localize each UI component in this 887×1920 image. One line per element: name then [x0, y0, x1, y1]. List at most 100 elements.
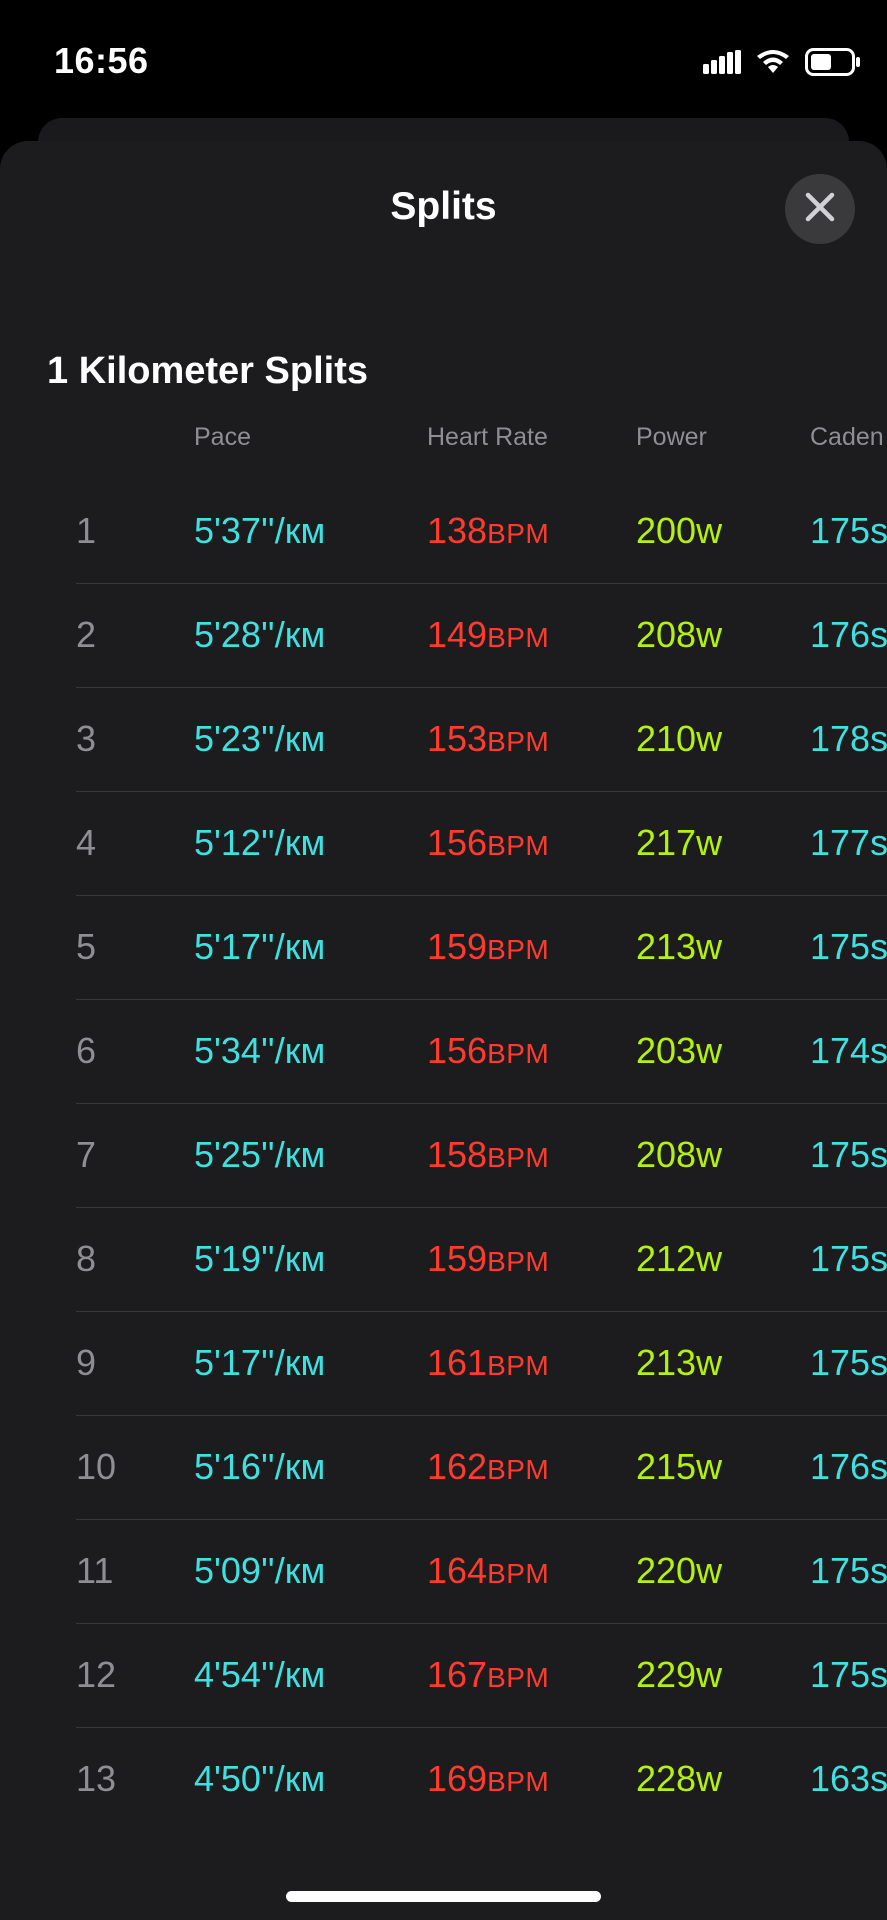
- split-power: 217w: [636, 822, 722, 864]
- split-power-value: 203: [636, 1030, 697, 1071]
- close-button[interactable]: [785, 174, 855, 244]
- split-cadence-value: 175: [810, 926, 871, 967]
- split-heart-rate: 159BPM: [427, 1238, 549, 1280]
- split-cadence-value: 176: [810, 1446, 871, 1487]
- split-cadence-value: 175: [810, 1654, 871, 1695]
- split-pace-value: 5'34'': [194, 1030, 275, 1071]
- split-cadence-unit: s: [870, 1446, 887, 1487]
- split-heart-rate: 162BPM: [427, 1446, 549, 1488]
- split-index: 5: [76, 926, 97, 967]
- split-cadence-unit: s: [870, 1238, 887, 1279]
- split-pace: 5'19''/км: [194, 1238, 325, 1280]
- split-heart-rate-unit: BPM: [487, 934, 550, 965]
- split-cadence-unit: s: [870, 1758, 887, 1799]
- split-power-value: 220: [636, 1550, 697, 1591]
- status-time: 16:56: [54, 40, 149, 81]
- split-pace-value: 5'37'': [194, 510, 275, 551]
- split-cadence-unit: s: [870, 718, 887, 759]
- split-power-unit: w: [696, 1134, 723, 1175]
- split-pace: 5'25''/км: [194, 1134, 325, 1176]
- split-cadence-value: 163: [810, 1758, 871, 1799]
- split-cadence-unit: s: [870, 1342, 887, 1383]
- split-pace: 5'37''/км: [194, 510, 325, 552]
- table-row: 13 4'50''/км 169BPM 228w 163s: [0, 1728, 887, 1832]
- split-heart-rate-value: 156: [427, 822, 488, 863]
- table-row: 10 5'16''/км 162BPM 215w 176s: [0, 1416, 887, 1520]
- split-pace: 5'17''/км: [194, 1342, 325, 1384]
- split-heart-rate: 158BPM: [427, 1134, 549, 1176]
- split-power: 228w: [636, 1758, 722, 1800]
- split-power: 203w: [636, 1030, 722, 1072]
- split-heart-rate-unit: BPM: [487, 1350, 550, 1381]
- split-heart-rate: 169BPM: [427, 1758, 549, 1800]
- split-heart-rate: 138BPM: [427, 510, 549, 552]
- split-heart-rate-value: 138: [427, 510, 488, 551]
- split-heart-rate: 149BPM: [427, 614, 549, 656]
- battery-icon: [805, 48, 861, 81]
- split-pace: 5'28''/км: [194, 614, 325, 656]
- split-cadence-value: 175: [810, 1342, 871, 1383]
- wifi-icon: [755, 49, 791, 80]
- split-power-value: 215: [636, 1446, 697, 1487]
- split-pace-value: 4'50'': [194, 1758, 275, 1799]
- split-power-unit: w: [696, 1342, 723, 1383]
- split-cadence: 177s: [810, 822, 887, 864]
- split-cadence: 175s: [810, 1134, 887, 1176]
- split-heart-rate-unit: BPM: [487, 1662, 550, 1693]
- split-pace-value: 5'16'': [194, 1446, 275, 1487]
- header-power: Power: [636, 423, 707, 451]
- split-index: 11: [76, 1550, 114, 1591]
- home-indicator: [286, 1891, 601, 1902]
- split-heart-rate-value: 149: [427, 614, 488, 655]
- table-row: 7 5'25''/км 158BPM 208w 175s: [0, 1104, 887, 1208]
- split-power-value: 229: [636, 1654, 697, 1695]
- split-heart-rate-unit: BPM: [487, 726, 550, 757]
- split-heart-rate-value: 159: [427, 1238, 488, 1279]
- split-heart-rate-value: 158: [427, 1134, 488, 1175]
- split-pace-unit: /км: [274, 1446, 326, 1487]
- split-power: 208w: [636, 1134, 722, 1176]
- split-power-unit: w: [696, 926, 723, 967]
- split-cadence-value: 175: [810, 1238, 871, 1279]
- split-cadence-value: 176: [810, 614, 871, 655]
- split-cadence: 175s: [810, 1654, 887, 1696]
- split-heart-rate: 167BPM: [427, 1654, 549, 1696]
- split-index: 10: [76, 1446, 117, 1487]
- split-power-value: 208: [636, 1134, 697, 1175]
- split-power-unit: w: [696, 1446, 723, 1487]
- split-cadence: 176s: [810, 614, 887, 656]
- split-heart-rate: 156BPM: [427, 1030, 549, 1072]
- split-power-value: 213: [636, 1342, 697, 1383]
- split-power: 200w: [636, 510, 722, 552]
- split-pace: 5'12''/км: [194, 822, 325, 864]
- split-cadence-unit: s: [870, 926, 887, 967]
- table-row: 9 5'17''/км 161BPM 213w 175s: [0, 1312, 887, 1416]
- split-power-unit: w: [696, 614, 723, 655]
- split-heart-rate: 164BPM: [427, 1550, 549, 1592]
- split-power: 208w: [636, 614, 722, 656]
- split-pace-value: 5'19'': [194, 1238, 275, 1279]
- split-index: 4: [76, 822, 97, 863]
- split-cadence-value: 175: [810, 1134, 871, 1175]
- split-pace-unit: /км: [274, 1550, 326, 1591]
- split-pace-value: 4'54'': [194, 1654, 275, 1695]
- split-cadence: 176s: [810, 1446, 887, 1488]
- split-pace: 5'17''/км: [194, 926, 325, 968]
- split-pace-value: 5'09'': [194, 1550, 275, 1591]
- split-heart-rate-unit: BPM: [487, 1142, 550, 1173]
- split-index: 3: [76, 718, 97, 759]
- split-index: 1: [76, 510, 97, 551]
- screen: 16:56 Splits 1 Kilometer Splits Pace Hea…: [0, 0, 887, 1920]
- split-pace-unit: /км: [274, 926, 326, 967]
- split-power-unit: w: [696, 510, 723, 551]
- split-pace: 5'23''/км: [194, 718, 325, 760]
- split-cadence-value: 174: [810, 1030, 871, 1071]
- split-index: 2: [76, 614, 97, 655]
- split-pace-unit: /км: [274, 1758, 326, 1799]
- split-power-value: 217: [636, 822, 697, 863]
- split-pace-value: 5'17'': [194, 1342, 275, 1383]
- split-power-value: 212: [636, 1238, 697, 1279]
- status-icons: [703, 48, 861, 81]
- split-power-value: 210: [636, 718, 697, 759]
- table-row: 11 5'09''/км 164BPM 220w 175s: [0, 1520, 887, 1624]
